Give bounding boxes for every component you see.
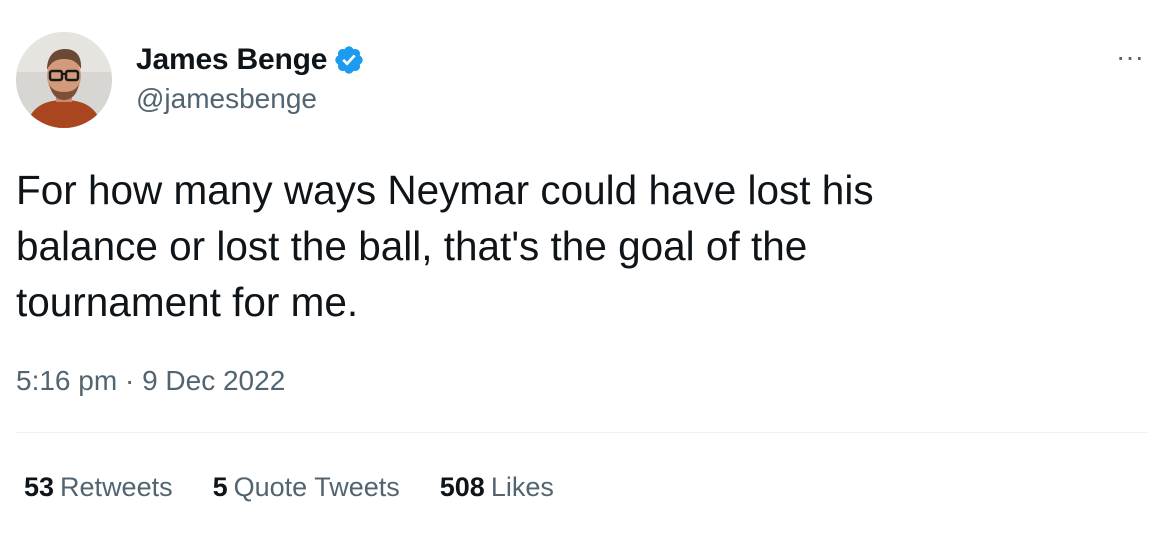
likes-label: Likes <box>490 472 554 502</box>
timestamp-separator: · <box>124 365 135 396</box>
engagement-stats: 53 Retweets 5 Quote Tweets 508 Likes <box>24 468 594 506</box>
divider <box>16 432 1148 433</box>
retweets-count: 53 <box>24 472 55 502</box>
tweet-date[interactable]: 9 Dec 2022 <box>142 365 285 396</box>
verified-badge-icon <box>333 44 365 76</box>
likes-stat[interactable]: 508 Likes <box>440 468 554 506</box>
author-handle[interactable]: @jamesbenge <box>136 80 317 118</box>
retweets-label: Retweets <box>60 472 173 502</box>
quote-tweets-count: 5 <box>212 472 228 502</box>
tweet-text: For how many ways Neymar could have lost… <box>16 167 874 325</box>
avatar[interactable] <box>16 32 112 128</box>
tweet-timestamp[interactable]: 5:16 pm · 9 Dec 2022 <box>16 362 285 400</box>
quote-tweets-label: Quote Tweets <box>233 472 400 502</box>
retweets-stat[interactable]: 53 Retweets <box>24 468 173 506</box>
quote-tweets-stat[interactable]: 5 Quote Tweets <box>213 468 400 506</box>
avatar-photo <box>16 32 112 128</box>
tweet-time[interactable]: 5:16 pm <box>16 365 117 396</box>
likes-count: 508 <box>439 472 485 502</box>
display-name[interactable]: James Benge <box>136 40 327 80</box>
author-name-row[interactable]: James Benge <box>136 40 365 80</box>
more-options-icon[interactable]: ··· <box>1112 42 1148 72</box>
